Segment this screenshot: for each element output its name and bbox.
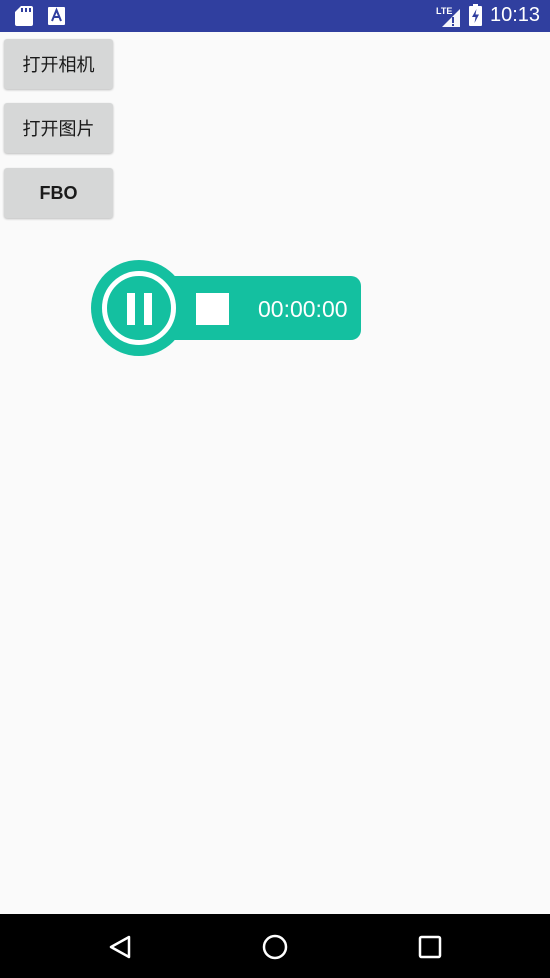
back-icon[interactable] (108, 934, 132, 960)
lte-signal-icon: LTE (436, 6, 460, 27)
open-camera-button[interactable]: 打开相机 (4, 39, 113, 89)
stop-icon[interactable] (196, 293, 229, 325)
network-type-label: LTE (436, 6, 452, 16)
sd-card-icon (15, 6, 33, 26)
fbo-button[interactable]: FBO (4, 168, 113, 218)
status-bar: LTE 10:13 (0, 0, 550, 32)
a-notification-icon (48, 7, 65, 25)
pause-icon (127, 293, 153, 325)
open-picture-button[interactable]: 打开图片 (4, 103, 113, 153)
recorder-control: 00:00:00 (91, 260, 363, 358)
navigation-bar (0, 914, 550, 978)
home-icon[interactable] (262, 934, 288, 960)
recents-icon[interactable] (418, 935, 442, 959)
status-clock: 10:13 (490, 4, 541, 26)
recording-timer: 00:00:00 (258, 296, 348, 322)
battery-charging-icon (469, 4, 482, 26)
